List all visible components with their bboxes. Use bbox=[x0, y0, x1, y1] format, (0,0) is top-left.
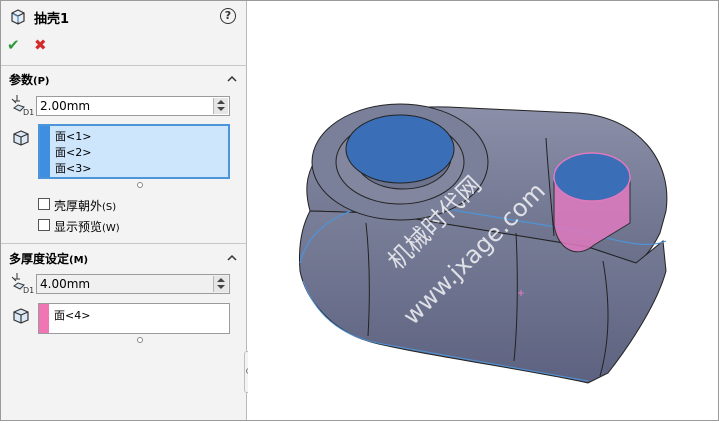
pm-header: 抽壳1 ? bbox=[1, 1, 247, 31]
shell-outward-checkbox[interactable] bbox=[38, 198, 50, 210]
multi-thickness-spinner[interactable] bbox=[213, 276, 228, 292]
thickness-input[interactable]: 2.00mm bbox=[36, 96, 230, 116]
list-resize-handle[interactable] bbox=[137, 337, 143, 343]
list-resize-handle[interactable] bbox=[137, 182, 143, 188]
property-manager: 抽壳1 ? ✔ ✖ 参数(P) D1 2.00mm 面<1> 面<2> 面<3>… bbox=[1, 1, 247, 420]
help-icon[interactable]: ? bbox=[220, 8, 236, 24]
shell-feature-icon bbox=[11, 9, 25, 25]
svg-text:D1: D1 bbox=[23, 286, 34, 295]
collapse-parameters-icon[interactable] bbox=[227, 74, 237, 84]
multi-faces-color-swatch bbox=[39, 304, 49, 333]
faces-color-swatch bbox=[40, 126, 50, 177]
graphics-viewport[interactable]: 机械时代网 www.jxage.com bbox=[248, 1, 718, 420]
thickness-icon: D1 bbox=[11, 95, 34, 117]
parameters-section-title[interactable]: 参数(P) bbox=[9, 71, 50, 88]
list-item[interactable]: 面<2> bbox=[55, 144, 91, 160]
svg-text:D1: D1 bbox=[23, 108, 34, 117]
multi-thickness-input[interactable]: 4.00mm bbox=[36, 274, 230, 294]
multi-thickness-faces-icon bbox=[13, 308, 29, 324]
section-divider bbox=[1, 65, 247, 66]
faces-to-remove-icon bbox=[13, 130, 29, 146]
ok-button[interactable]: ✔ bbox=[7, 36, 20, 54]
multi-thickness-section-title[interactable]: 多厚度设定(M) bbox=[9, 250, 88, 267]
app-window: 抽壳1 ? ✔ ✖ 参数(P) D1 2.00mm 面<1> 面<2> 面<3>… bbox=[0, 0, 719, 421]
list-item[interactable]: 面<3> bbox=[55, 160, 91, 176]
multi-thickness-icon: D1 bbox=[11, 273, 34, 295]
shell-outward-label: 壳厚朝外(S) bbox=[54, 199, 117, 213]
faces-to-remove-list[interactable]: 面<1> 面<2> 面<3> bbox=[38, 124, 230, 179]
section-divider bbox=[1, 243, 247, 244]
collapse-multi-thickness-icon[interactable] bbox=[227, 253, 237, 263]
cancel-button[interactable]: ✖ bbox=[34, 36, 47, 54]
show-preview-label: 显示预览(W) bbox=[54, 220, 120, 234]
list-item[interactable]: 面<4> bbox=[54, 307, 90, 323]
multi-thickness-faces-list[interactable]: 面<4> bbox=[38, 303, 230, 334]
page-title: 抽壳1 bbox=[34, 12, 70, 27]
show-preview-checkbox[interactable] bbox=[38, 219, 50, 231]
list-item[interactable]: 面<1> bbox=[55, 128, 91, 144]
3d-model[interactable]: 机械时代网 www.jxage.com bbox=[248, 1, 718, 420]
thickness-spinner[interactable] bbox=[213, 98, 228, 114]
